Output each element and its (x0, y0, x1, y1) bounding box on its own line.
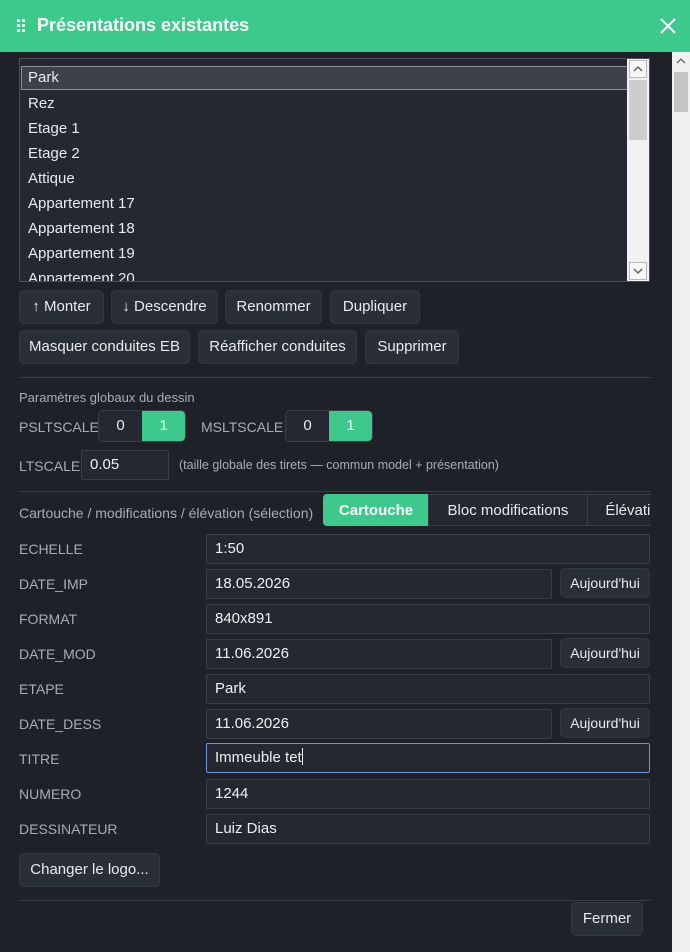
close-button[interactable]: Fermer (571, 902, 643, 936)
tab-bloc-modifications[interactable]: Bloc modifications (428, 494, 588, 526)
window-title: Présentations existantes (37, 15, 250, 35)
list-item[interactable]: Etage 2 (21, 142, 628, 166)
ltscale-label: LTSCALE (19, 458, 81, 474)
move-up-button[interactable]: ↑ Monter (19, 290, 104, 324)
titre-input[interactable]: Immeuble tet (206, 743, 650, 773)
psltscale-toggle[interactable]: 0 1 (98, 410, 186, 442)
echelle-input[interactable]: 1:50 (206, 534, 650, 564)
field-label-numero: NUMERO (19, 786, 82, 802)
today-button-date-mod[interactable]: Aujourd'hui (560, 638, 650, 668)
list-item[interactable]: Park (21, 66, 628, 90)
msltscale-label: MSLTSCALE (201, 419, 284, 435)
scroll-down-icon[interactable] (629, 262, 647, 280)
text-caret (301, 748, 303, 765)
scroll-up-icon[interactable] (629, 60, 647, 78)
show-pipes-button[interactable]: Réafficher conduites (198, 330, 357, 364)
change-logo-button[interactable]: Changer le logo... (19, 853, 160, 887)
date-mod-input[interactable]: 11.06.2026 (206, 639, 552, 669)
titre-value: Immeuble tet (215, 749, 302, 766)
date-dess-input[interactable]: 11.06.2026 (206, 709, 552, 739)
tab-elevation[interactable]: Élévatio (587, 494, 650, 526)
field-label-date-dess: DATE_DESS (19, 716, 102, 732)
date-imp-input[interactable]: 18.05.2026 (206, 569, 552, 599)
rename-button[interactable]: Renommer (225, 290, 322, 324)
psltscale-option-0[interactable]: 0 (99, 411, 142, 441)
dialog-content: Park Rez Etage 1 Etage 2 Attique Apparte… (0, 52, 672, 952)
today-button-date-imp[interactable]: Aujourd'hui (560, 568, 650, 598)
list-item[interactable]: Appartement 18 (21, 217, 628, 241)
field-label-date-imp: DATE_IMP (19, 576, 88, 592)
msltscale-toggle[interactable]: 0 1 (285, 410, 373, 442)
close-icon[interactable] (656, 14, 680, 38)
move-down-button[interactable]: ↓ Descendre (111, 290, 218, 324)
list-scroll-thumb[interactable] (629, 80, 647, 140)
list-item[interactable]: Appartement 17 (21, 192, 628, 216)
hide-pipes-button[interactable]: Masquer conduites EB (19, 330, 190, 364)
divider (19, 900, 651, 901)
field-label-echelle: ECHELLE (19, 541, 83, 557)
psltscale-option-1[interactable]: 1 (142, 411, 185, 441)
field-label-etape: ETAPE (19, 681, 64, 697)
etape-input[interactable]: Park (206, 674, 650, 704)
field-label-titre: TITRE (19, 751, 60, 767)
global-params-heading: Paramètres globaux du dessin (19, 390, 195, 405)
list-item[interactable]: Attique (21, 167, 628, 191)
msltscale-option-1[interactable]: 1 (329, 411, 372, 441)
delete-button[interactable]: Supprimer (365, 330, 459, 364)
numero-input[interactable]: 1244 (206, 779, 650, 809)
list-item[interactable]: Appartement 20 (21, 267, 628, 281)
today-button-date-dess[interactable]: Aujourd'hui (560, 708, 650, 738)
duplicate-button[interactable]: Dupliquer (330, 290, 420, 324)
dessinateur-input[interactable]: Luiz Dias (206, 814, 650, 844)
field-label-format: FORMAT (19, 611, 78, 627)
psltscale-label: PSLTSCALE (19, 419, 99, 435)
list-item[interactable]: Appartement 19 (21, 242, 628, 266)
cartouche-heading: Cartouche / modifications / élévation (s… (19, 505, 314, 521)
msltscale-option-0[interactable]: 0 (286, 411, 329, 441)
ltscale-hint: (taille globale des tirets — commun mode… (179, 458, 499, 472)
cartouche-tabs: Cartouche Bloc modifications Élévatio (323, 494, 650, 526)
page-scroll-thumb[interactable] (674, 72, 688, 112)
field-label-date-mod: DATE_MOD (19, 646, 96, 662)
list-item[interactable]: Etage 1 (21, 117, 628, 141)
presentation-list[interactable]: Park Rez Etage 1 Etage 2 Attique Apparte… (19, 58, 650, 282)
title-bar: Présentations existantes (0, 0, 690, 52)
field-label-dessinateur: DESSINATEUR (19, 821, 118, 837)
drag-handle-icon[interactable] (17, 19, 25, 33)
scroll-up-icon[interactable] (672, 52, 690, 70)
list-item[interactable]: Rez (21, 92, 628, 116)
divider (19, 377, 651, 378)
format-input[interactable]: 840x891 (206, 604, 650, 634)
divider (19, 491, 651, 492)
ltscale-input[interactable]: 0.05 (81, 450, 169, 480)
list-scrollbar[interactable] (627, 59, 649, 281)
tab-cartouche[interactable]: Cartouche (323, 494, 429, 526)
page-scrollbar[interactable] (672, 52, 690, 952)
